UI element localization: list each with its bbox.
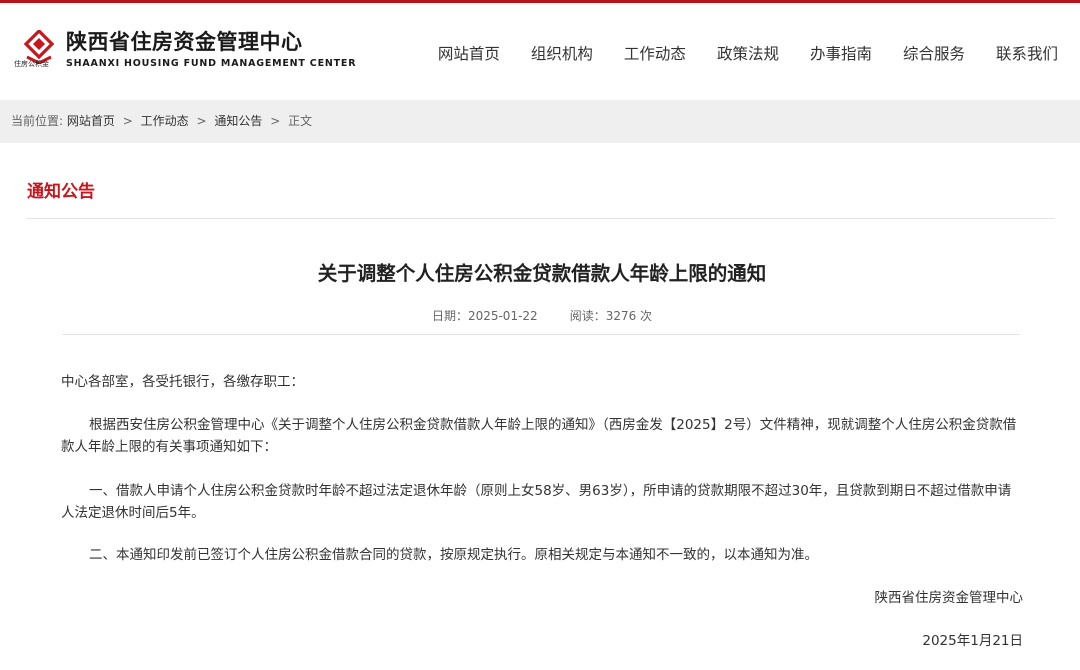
breadcrumb-separator: >	[270, 114, 281, 128]
diamond-logo-icon	[23, 30, 55, 64]
breadcrumb-link-news[interactable]: 工作动态	[141, 114, 189, 128]
nav-item-contact[interactable]: 联系我们	[996, 41, 1058, 67]
nav-item-guide[interactable]: 办事指南	[810, 41, 872, 67]
logo-mark-text: 住房公积金	[14, 60, 49, 68]
site-name-en: SHAANXI HOUSING FUND MANAGEMENT CENTER	[66, 58, 357, 69]
article-salutation: 中心各部室，各受托银行，各缴存职工：	[61, 374, 304, 390]
section-title: 通知公告	[27, 182, 95, 202]
article-meta: 日期：2025-01-22 阅读：3276 次	[0, 306, 1080, 326]
breadcrumb-current: 正文	[288, 114, 313, 128]
site-header: 住房公积金 陕西省住房资金管理中心 SHAANXI HOUSING FUND M…	[0, 3, 1080, 100]
article-paragraph: 一、借款人申请个人住房公积金贷款时年龄不超过法定退休年龄（原则上女58岁、男63…	[61, 483, 1012, 521]
article-sign-date: 2025年1月21日	[922, 633, 1023, 649]
section-divider	[27, 218, 1055, 219]
main-nav: 网站首页 组织机构 工作动态 政策法规 办事指南 综合服务 联系我们	[407, 41, 1058, 67]
breadcrumb: 当前位置: 网站首页 > 工作动态 > 通知公告 > 正文	[11, 100, 312, 143]
breadcrumb-separator: >	[196, 114, 207, 128]
article-paragraph: 根据西安住房公积金管理中心《关于调整个人住房公积金贷款借款人年龄上限的通知》（西…	[61, 417, 1017, 455]
nav-item-news[interactable]: 工作动态	[624, 41, 686, 67]
article-paragraph: 二、本通知印发前已签订个人住房公积金借款合同的贷款，按原规定执行。原相关规定与本…	[89, 547, 818, 563]
nav-item-services[interactable]: 综合服务	[903, 41, 965, 67]
nav-item-policy[interactable]: 政策法规	[717, 41, 779, 67]
breadcrumb-link-notices[interactable]: 通知公告	[214, 114, 262, 128]
site-logo[interactable]: 住房公积金 陕西省住房资金管理中心 SHAANXI HOUSING FUND M…	[14, 28, 357, 76]
breadcrumb-label: 当前位置:	[11, 114, 64, 128]
nav-item-organization[interactable]: 组织机构	[531, 41, 593, 67]
nav-item-home[interactable]: 网站首页	[438, 41, 500, 67]
article-signature: 陕西省住房资金管理中心	[874, 590, 1024, 606]
breadcrumb-link-home[interactable]: 网站首页	[67, 114, 115, 128]
article-views: 阅读：3276 次	[569, 309, 653, 323]
article-title: 关于调整个人住房公积金贷款借款人年龄上限的通知	[317, 262, 767, 285]
site-name-cn: 陕西省住房资金管理中心	[66, 30, 303, 54]
article-date: 日期：2025-01-22	[431, 309, 538, 323]
breadcrumb-bar: 当前位置: 网站首页 > 工作动态 > 通知公告 > 正文	[0, 100, 1080, 143]
article-divider	[62, 334, 1020, 335]
breadcrumb-separator: >	[122, 114, 133, 128]
